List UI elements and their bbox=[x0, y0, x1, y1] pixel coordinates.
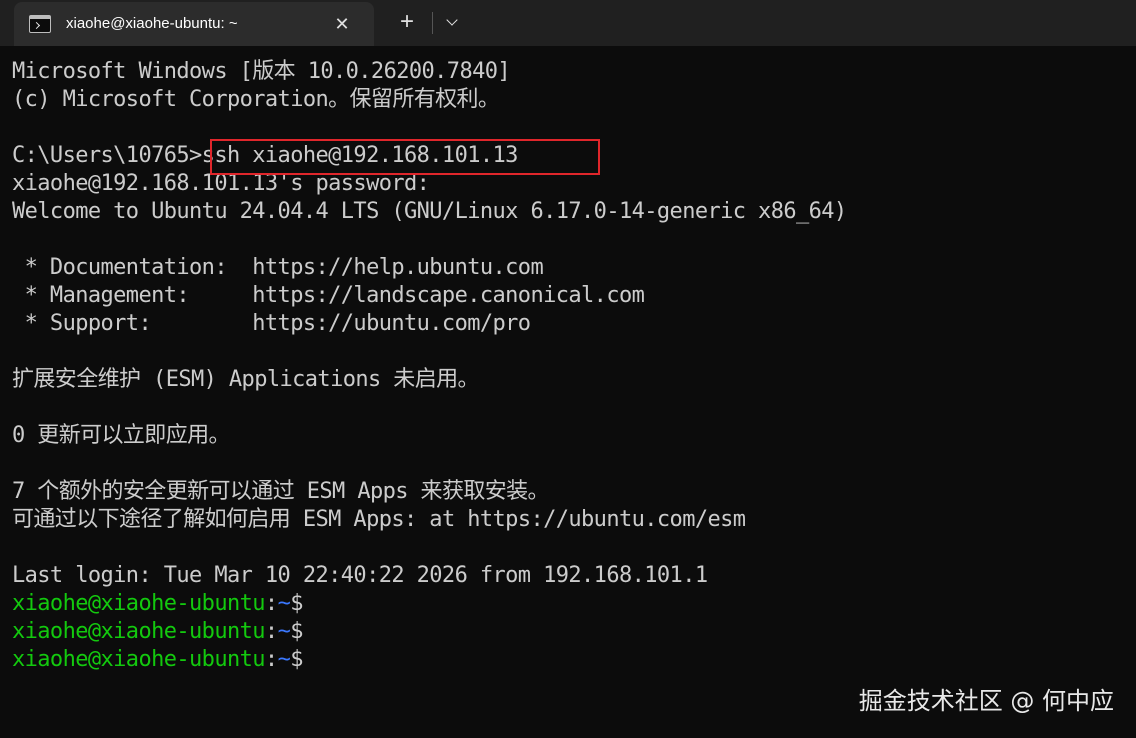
new-tab-button[interactable]: + bbox=[390, 8, 424, 38]
tab-bar: xiaohe@xiaohe-ubuntu: ~ ✕ + bbox=[0, 0, 1136, 46]
terminal-output[interactable]: Microsoft Windows [版本 10.0.26200.7840] (… bbox=[0, 46, 1136, 738]
prompt-path: ~ bbox=[277, 619, 291, 644]
chevron-down-icon[interactable] bbox=[438, 8, 468, 38]
watermark: 掘金技术社区 @ 何中应 bbox=[858, 687, 1114, 715]
output-line: * Management: https://landscape.canonica… bbox=[12, 283, 645, 308]
tab-title: xiaohe@xiaohe-ubuntu: ~ bbox=[66, 15, 238, 32]
output-line: * Documentation: https://help.ubuntu.com bbox=[12, 255, 544, 280]
prompt-symbol: $ bbox=[290, 647, 303, 672]
close-icon[interactable]: ✕ bbox=[330, 12, 354, 36]
prompt-user-host: xiaohe@xiaohe-ubuntu bbox=[12, 591, 266, 616]
prompt-symbol: $ bbox=[290, 591, 303, 616]
shell-prompt: xiaohe@xiaohe-ubuntu:~$ bbox=[12, 590, 303, 618]
shell-prompt: xiaohe@xiaohe-ubuntu:~$ bbox=[12, 646, 303, 674]
output-line: 0 更新可以立即应用。 bbox=[12, 423, 231, 448]
output-line: 7 个额外的安全更新可以通过 ESM Apps 来获取安装。 bbox=[12, 479, 550, 504]
shell-prompt: xiaohe@xiaohe-ubuntu:~$ bbox=[12, 618, 303, 646]
prompt-separator: : bbox=[264, 591, 278, 616]
output-line: 扩展安全维护 (ESM) Applications 未启用。 bbox=[12, 367, 480, 392]
output-line: * Support: https://ubuntu.com/pro bbox=[12, 311, 531, 336]
prompt-symbol: $ bbox=[290, 619, 303, 644]
output-line: (c) Microsoft Corporation。保留所有权利。 bbox=[12, 87, 500, 112]
output-line: Microsoft Windows [版本 10.0.26200.7840] bbox=[12, 59, 511, 84]
terminal-icon bbox=[29, 15, 51, 33]
prompt-path: ~ bbox=[277, 647, 291, 672]
prompt-path: ~ bbox=[277, 591, 291, 616]
output-line: 可通过以下途径了解如何启用 ESM Apps: at https://ubunt… bbox=[12, 507, 746, 532]
terminal-tab[interactable]: xiaohe@xiaohe-ubuntu: ~ ✕ bbox=[14, 2, 374, 46]
prompt-user-host: xiaohe@xiaohe-ubuntu bbox=[12, 619, 266, 644]
prompt-separator: : bbox=[264, 647, 278, 672]
prompt-separator: : bbox=[264, 619, 278, 644]
output-line: Last login: Tue Mar 10 22:40:22 2026 fro… bbox=[12, 563, 708, 588]
prompt-user-host: xiaohe@xiaohe-ubuntu bbox=[12, 647, 266, 672]
output-line: Welcome to Ubuntu 24.04.4 LTS (GNU/Linux… bbox=[12, 199, 847, 224]
ssh-command-highlight bbox=[210, 139, 600, 175]
tab-divider bbox=[432, 12, 433, 34]
